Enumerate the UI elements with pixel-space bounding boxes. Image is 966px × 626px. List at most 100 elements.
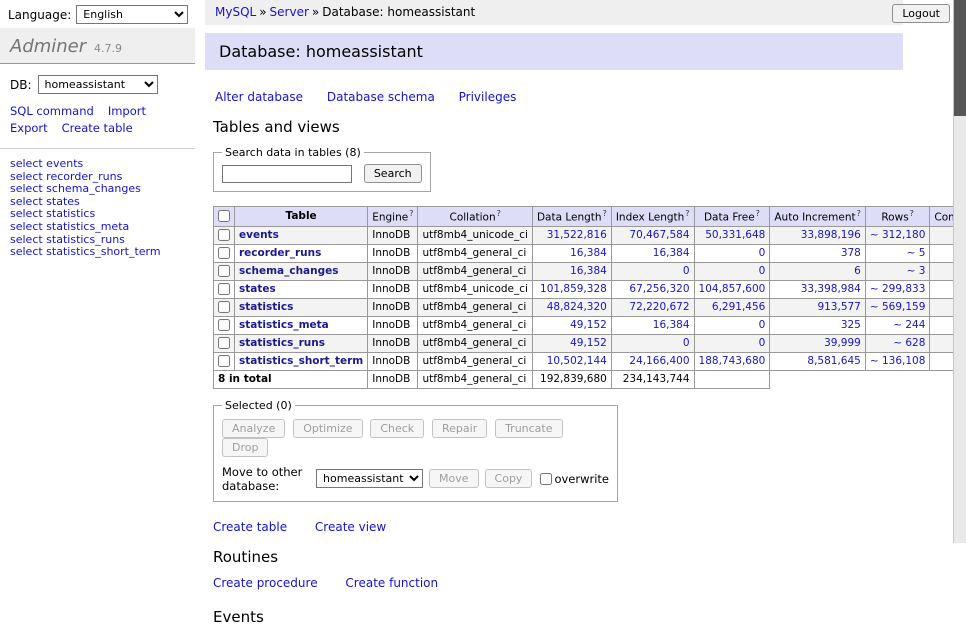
table-name-link[interactable]: statistics_short_term	[239, 355, 363, 367]
data-length-link[interactable]: 10,502,144	[547, 355, 607, 367]
rows-link[interactable]: ~ 3	[907, 265, 926, 277]
auto-increment-link[interactable]: 913,577	[817, 301, 860, 313]
data-free-link[interactable]: 0	[759, 337, 766, 349]
select-all-cell[interactable]	[214, 207, 235, 227]
row-checkbox-cell[interactable]	[214, 244, 235, 262]
row-checkbox-cell[interactable]	[214, 298, 235, 316]
create-table-link[interactable]: Create table	[213, 520, 287, 534]
move-database-select[interactable]: homeassistant	[316, 469, 423, 488]
create-function-link[interactable]: Create function	[345, 576, 438, 590]
rows-link[interactable]: ~ 312,180	[870, 229, 926, 241]
sidebar-link-import[interactable]: Import	[108, 104, 146, 118]
search-input[interactable]	[222, 165, 352, 183]
row-checkbox[interactable]	[218, 337, 230, 349]
index-length-link[interactable]: 70,467,584	[629, 229, 689, 241]
data-length-link[interactable]: 16,384	[570, 247, 607, 259]
drop-button[interactable]: Drop	[222, 438, 268, 457]
index-length-link[interactable]: 67,256,320	[629, 283, 689, 295]
scrollbar-thumb[interactable]	[954, 0, 966, 116]
truncate-button[interactable]: Truncate	[495, 419, 562, 438]
logout-button[interactable]: Logout	[892, 4, 950, 23]
select-all-checkbox[interactable]	[218, 210, 230, 222]
table-name-link[interactable]: events	[239, 229, 279, 241]
row-checkbox[interactable]	[218, 319, 230, 331]
table-name-link[interactable]: schema_changes	[239, 265, 339, 277]
rows-link[interactable]: ~ 244	[893, 319, 925, 331]
row-checkbox-cell[interactable]	[214, 352, 235, 370]
optimize-button[interactable]: Optimize	[293, 419, 362, 438]
row-checkbox-cell[interactable]	[214, 226, 235, 244]
rows-link[interactable]: ~ 569,159	[870, 301, 926, 313]
index-length-link[interactable]: 16,384	[653, 247, 690, 259]
breadcrumb-link-server[interactable]: Server	[270, 5, 309, 19]
analyze-button[interactable]: Analyze	[222, 419, 285, 438]
auto-increment-link[interactable]: 325	[841, 319, 861, 331]
language-select[interactable]: English	[76, 5, 188, 24]
sidebar-link-create-table[interactable]: Create table	[62, 121, 133, 135]
sidebar-link-export[interactable]: Export	[10, 121, 48, 135]
data-length-link[interactable]: 49,152	[570, 337, 607, 349]
privileges-link[interactable]: Privileges	[459, 90, 517, 104]
row-checkbox[interactable]	[218, 229, 230, 241]
copy-button[interactable]: Copy	[485, 469, 533, 488]
index-length-link[interactable]: 16,384	[653, 319, 690, 331]
help-link[interactable]: ?	[603, 209, 607, 218]
rows-link[interactable]: ~ 5	[907, 247, 926, 259]
rows-link[interactable]: ~ 299,833	[870, 283, 926, 295]
auto-increment-link[interactable]: 33,898,196	[801, 229, 861, 241]
check-button[interactable]: Check	[370, 419, 424, 438]
auto-increment-link[interactable]: 8,581,645	[807, 355, 860, 367]
help-link[interactable]: ?	[857, 209, 861, 218]
help-link[interactable]: ?	[756, 209, 760, 218]
help-link[interactable]: ?	[497, 209, 501, 218]
sidebar-link-sql-command[interactable]: SQL command	[10, 104, 94, 118]
row-checkbox-cell[interactable]	[214, 262, 235, 280]
table-name-link[interactable]: recorder_runs	[239, 247, 321, 259]
table-name-link[interactable]: states	[239, 283, 276, 295]
table-name-link[interactable]: statistics_runs	[239, 337, 325, 349]
rows-link[interactable]: ~ 136,108	[870, 355, 926, 367]
data-length-link[interactable]: 16,384	[570, 265, 607, 277]
row-checkbox-cell[interactable]	[214, 316, 235, 334]
data-free-link[interactable]: 0	[759, 247, 766, 259]
row-checkbox[interactable]	[218, 283, 230, 295]
db-select[interactable]: homeassistant	[38, 75, 158, 94]
sidebar-table-link[interactable]: select statistics_short_term	[10, 246, 185, 259]
row-checkbox-cell[interactable]	[214, 280, 235, 298]
data-free-link[interactable]: 188,743,680	[699, 355, 766, 367]
data-length-link[interactable]: 31,522,816	[547, 229, 607, 241]
help-link[interactable]: ?	[409, 209, 413, 218]
overwrite-checkbox[interactable]	[540, 473, 552, 485]
auto-increment-link[interactable]: 378	[841, 247, 861, 259]
create-view-link[interactable]: Create view	[315, 520, 386, 534]
breadcrumb-link-mysql[interactable]: MySQL	[215, 5, 256, 19]
sidebar-table-link[interactable]: select events	[10, 158, 185, 171]
index-length-link[interactable]: 0	[683, 337, 690, 349]
sidebar-table-link[interactable]: select statistics_meta	[10, 221, 185, 234]
row-checkbox[interactable]	[218, 301, 230, 313]
vertical-scrollbar[interactable]	[953, 0, 966, 543]
auto-increment-link[interactable]: 39,999	[824, 337, 861, 349]
rows-link[interactable]: ~ 628	[893, 337, 925, 349]
data-free-link[interactable]: 104,857,600	[699, 283, 766, 295]
data-free-link[interactable]: 6,291,456	[712, 301, 765, 313]
data-free-link[interactable]: 0	[759, 265, 766, 277]
table-name-link[interactable]: statistics	[239, 301, 293, 313]
row-checkbox[interactable]	[218, 247, 230, 259]
data-free-link[interactable]: 0	[759, 319, 766, 331]
data-length-link[interactable]: 48,824,320	[547, 301, 607, 313]
repair-button[interactable]: Repair	[432, 419, 487, 438]
index-length-link[interactable]: 24,166,400	[629, 355, 689, 367]
index-length-link[interactable]: 0	[683, 265, 690, 277]
create-procedure-link[interactable]: Create procedure	[213, 576, 318, 590]
database-schema-link[interactable]: Database schema	[327, 90, 435, 104]
data-free-link[interactable]: 50,331,648	[705, 229, 765, 241]
help-link[interactable]: ?	[685, 209, 689, 218]
help-link[interactable]: ?	[910, 209, 914, 218]
search-button[interactable]: Search	[364, 164, 422, 183]
row-checkbox[interactable]	[218, 355, 230, 367]
row-checkbox-cell[interactable]	[214, 334, 235, 352]
auto-increment-link[interactable]: 6	[854, 265, 861, 277]
move-button[interactable]: Move	[429, 469, 479, 488]
alter-database-link[interactable]: Alter database	[215, 90, 303, 104]
